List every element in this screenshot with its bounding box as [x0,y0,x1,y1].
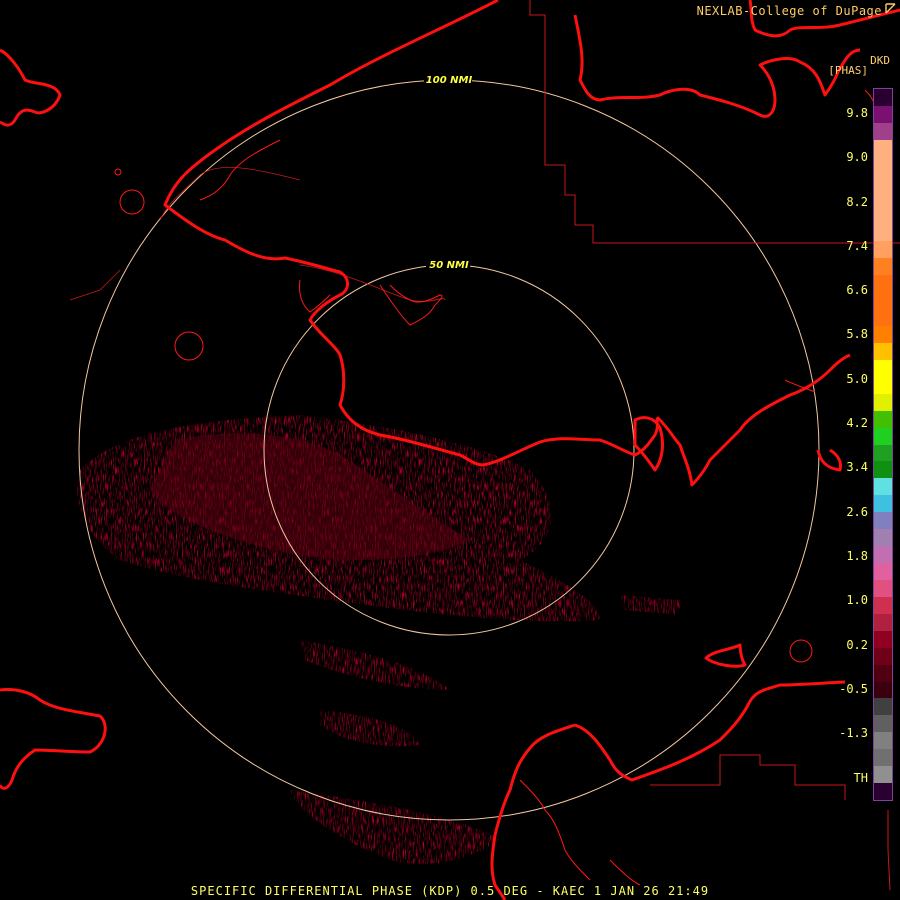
colorbar-segment [874,224,892,242]
colorbar-segment [874,122,892,140]
colorbar-segment [874,275,892,293]
legend-tick: 9.0 [846,150,868,164]
legend-units: [PHAS] [828,64,868,77]
colorbar-segment [874,596,892,614]
legend-tick: 3.4 [846,460,868,474]
colorbar-segment [874,190,892,208]
colorbar-segment [874,681,892,699]
colorbar-segment [874,512,892,530]
legend-tick: 5.8 [846,327,868,341]
colorbar-segment [874,326,892,343]
colorbar-segment [874,495,892,513]
product-caption: SPECIFIC DIFFERENTIAL PHASE (KDP) 0.5 DE… [190,884,710,898]
colorbar-segment [874,410,892,428]
colorbar-segment [874,749,892,767]
colorbar-segment [874,715,892,733]
legend-colorbar [873,88,893,801]
colorbar-segment [874,478,892,496]
legend-tick: 2.6 [846,505,868,519]
colorbar-segment [874,732,892,750]
legend-tick: TH [853,771,868,785]
colorbar-segment [874,105,892,123]
colorbar-segment [874,664,892,682]
legend-tick: 7.4 [846,239,868,253]
legend-tick: 1.0 [846,593,868,607]
legend-tick: 0.2 [846,638,868,652]
colorbar-segment [874,258,892,276]
legend-product-code: DKD [870,54,890,67]
colorbar-segment [874,613,892,631]
ring-label-50nmi: 50 NMI [429,260,469,271]
legend-tick: 6.6 [846,283,868,297]
colorbar-segment [874,529,892,547]
colorbar-segment [874,156,892,174]
colorbar-segment [874,241,892,259]
colorbar-segment [874,393,892,411]
colorbar-segment [874,766,892,784]
legend-tick: 8.2 [846,195,868,209]
nexlab-credit: NEXLAB-College of DuPage [696,4,882,18]
legend-tick: 4.2 [846,416,868,430]
colorbar-segment [874,342,892,360]
legend-tick: 9.8 [846,106,868,120]
colorbar-segment [874,461,892,479]
legend-tick: -0.5 [839,682,868,696]
colorbar-segment [874,546,892,564]
colorbar-segment [874,309,892,327]
colorbar-segment [874,698,892,716]
colorbar-segment [874,173,892,191]
colorbar-segment [874,563,892,580]
legend-tick: 1.8 [846,549,868,563]
colorbar-segment [874,89,892,106]
colorbar-segment [874,444,892,462]
colorbar-segment [874,359,892,377]
colorbar-segment [874,292,892,310]
ring-label-100nmi: 100 NMI [426,75,473,86]
colorbar-segment [874,376,892,394]
colorbar-segment [874,647,892,665]
radar-map: 100 NMI 50 NMI [0,0,900,900]
nexlab-logo-icon [885,3,896,14]
legend-tick: 5.0 [846,372,868,386]
colorbar-segment [874,207,892,225]
colorbar-segment [874,139,892,157]
colorbar-segment [874,630,892,648]
colorbar-segment [874,783,892,801]
colorbar-segment [874,579,892,597]
legend-tick: -1.3 [839,726,868,740]
colorbar-segment [874,427,892,445]
